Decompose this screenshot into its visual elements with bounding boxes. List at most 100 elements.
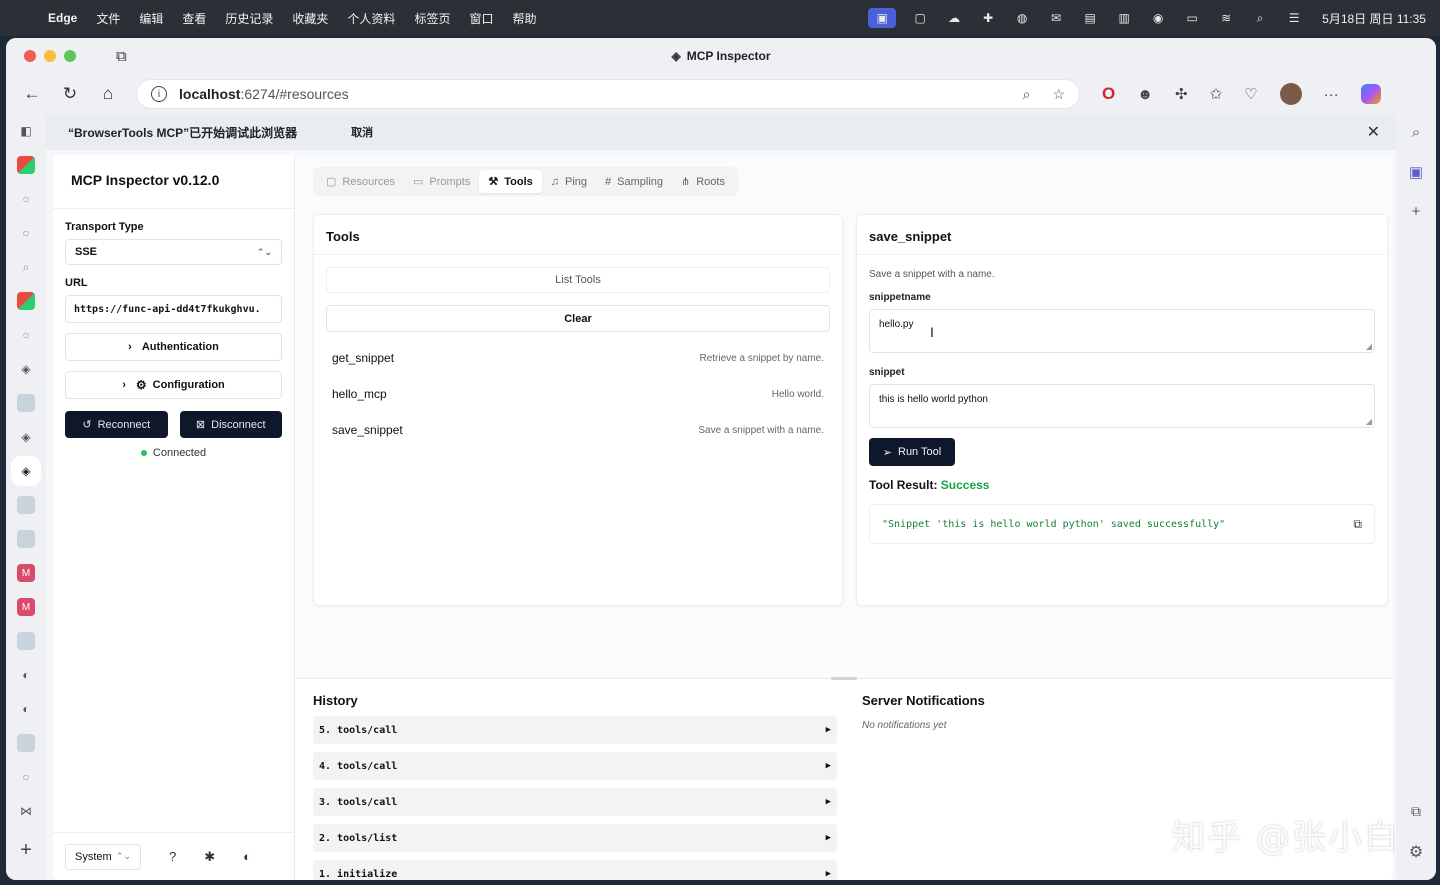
history-item[interactable]: 1. initialize ▶ <box>313 860 837 880</box>
address-url[interactable]: localhost:6274/#resources <box>179 86 349 102</box>
profile-avatar[interactable] <box>1279 83 1302 105</box>
configuration-button[interactable]: › ⚙ Configuration <box>65 371 282 399</box>
mail-tab-icon[interactable]: M <box>17 598 35 616</box>
refresh-button[interactable]: ↻ <box>54 80 86 108</box>
control-center-icon[interactable]: ☰ <box>1284 10 1304 26</box>
history-item[interactable]: 5. tools/call ▶ <box>313 716 837 744</box>
authentication-button[interactable]: › Authentication <box>65 333 282 361</box>
menu-edit[interactable]: 编辑 <box>139 10 163 27</box>
tab-favicon-icon[interactable] <box>17 530 35 548</box>
back-button[interactable]: ← <box>16 80 48 108</box>
screen-mirror-icon[interactable]: ▣ <box>868 8 897 28</box>
more-menu-icon[interactable]: ··· <box>1324 86 1339 103</box>
home-button[interactable]: ⌂ <box>92 80 124 108</box>
infobar-cancel-button[interactable]: 取消 <box>345 121 379 143</box>
menu-window[interactable]: 窗口 <box>469 10 493 27</box>
menubar-clock[interactable]: 5月18日 周日 11:35 <box>1322 10 1426 27</box>
disconnect-button[interactable]: ⊠ Disconnect <box>179 411 282 438</box>
bug-icon[interactable]: ✱ <box>204 849 215 865</box>
theme-select[interactable]: System ⌃⌄ <box>65 843 141 870</box>
loading-tab-icon[interactable]: ○ <box>17 768 35 786</box>
tool-item-get-snippet[interactable]: get_snippet Retrieve a snippet by name. <box>314 340 842 376</box>
tool-item-hello-mcp[interactable]: hello_mcp Hello world. <box>314 376 842 412</box>
clear-button[interactable]: Clear <box>326 305 830 332</box>
tab-tools[interactable]: ⚒ Tools <box>479 170 542 193</box>
wifi-icon[interactable]: ≋ <box>1216 10 1236 26</box>
performance-icon[interactable]: ♡ <box>1244 85 1257 103</box>
copilot-icon[interactable] <box>1360 84 1381 104</box>
github-tab-icon[interactable]: ◐ <box>17 666 35 684</box>
extensions-icon[interactable]: ✣ <box>1175 85 1188 103</box>
workspaces-icon[interactable]: ⧉ <box>116 48 127 65</box>
zoom-icon[interactable]: ⌕ <box>1023 86 1031 103</box>
menu-app-name[interactable]: Edge <box>48 11 77 25</box>
snippet-input[interactable]: this is hello world python ◢ <box>869 384 1375 428</box>
opera-extension-icon[interactable]: O <box>1102 84 1115 104</box>
site-info-icon[interactable]: i <box>151 86 167 102</box>
app-icon[interactable]: ▤ <box>1080 10 1100 26</box>
sidebar-search-icon[interactable]: ⌕ <box>1412 124 1420 141</box>
resize-handle[interactable] <box>831 677 857 680</box>
menu-file[interactable]: 文件 <box>96 10 120 27</box>
tab-favicon-icon[interactable] <box>17 394 35 412</box>
tab-favicon-icon[interactable] <box>17 632 35 650</box>
tab-favicon-icon[interactable] <box>17 156 35 174</box>
loading-tab-icon[interactable]: ○ <box>17 190 35 208</box>
tab-sampling[interactable]: # Sampling <box>596 170 672 193</box>
tool-item-save-snippet[interactable]: save_snippet Save a snippet with a name. <box>314 412 842 448</box>
resize-grip-icon[interactable]: ◢ <box>1366 417 1372 426</box>
tab-prompts[interactable]: ▭ Prompts <box>404 170 479 193</box>
mail-tab-icon[interactable]: M <box>17 564 35 582</box>
loading-tab-icon[interactable]: ○ <box>17 224 35 242</box>
switch-icon[interactable]: ▥ <box>1114 10 1134 26</box>
add-sidebar-app-icon[interactable]: + <box>1412 203 1421 220</box>
tab-favicon-icon[interactable] <box>17 292 35 310</box>
history-item[interactable]: 2. tools/list ▶ <box>313 824 837 852</box>
loading-tab-icon[interactable]: ○ <box>17 326 35 344</box>
help-icon[interactable]: ? <box>169 849 176 864</box>
reconnect-button[interactable]: ↺ Reconnect <box>65 411 168 438</box>
cloud-icon[interactable]: ☁ <box>944 10 964 26</box>
github-tab-icon[interactable]: ◐ <box>17 700 35 718</box>
favorite-star-icon[interactable]: ☆ <box>1052 86 1065 103</box>
gamepad-icon[interactable]: ✚ <box>978 10 998 26</box>
tab-roots[interactable]: ⋔ Roots <box>672 170 734 193</box>
mcp-tab-icon[interactable]: ◈ <box>17 360 35 378</box>
history-item[interactable]: 3. tools/call ▶ <box>313 788 837 816</box>
menu-profile[interactable]: 个人资料 <box>347 10 395 27</box>
new-tab-icon[interactable]: + <box>20 839 32 862</box>
vscode-tab-icon[interactable]: ⋈ <box>17 802 35 820</box>
mcp-tab-active-icon[interactable]: ◈ <box>17 462 35 480</box>
minimize-window-button[interactable] <box>44 50 56 62</box>
tab-favicon-icon[interactable] <box>17 496 35 514</box>
teams-icon[interactable]: ▣ <box>1409 163 1423 181</box>
tab-favicon-icon[interactable] <box>17 734 35 752</box>
user-icon[interactable]: ◉ <box>1148 10 1168 26</box>
zoom-window-button[interactable] <box>64 50 76 62</box>
address-bar[interactable]: i localhost:6274/#resources ⌕ ☆ <box>136 79 1080 109</box>
extension-avatar-icon[interactable]: ☻ <box>1137 86 1153 103</box>
url-input[interactable]: https://func-api-dd4t7fkukghvu. <box>65 295 282 323</box>
settings-gear-icon[interactable]: ⚙ <box>1409 842 1423 862</box>
github-icon[interactable]: ◐ <box>243 849 251 864</box>
list-tools-button[interactable]: List Tools <box>326 267 830 293</box>
favorites-icon[interactable]: ✩ <box>1210 85 1223 103</box>
close-icon[interactable]: ✕ <box>1367 122 1380 142</box>
globe-icon[interactable]: ◍ <box>1012 10 1032 26</box>
resize-grip-icon[interactable]: ◢ <box>1366 342 1372 351</box>
transport-type-select[interactable]: SSE ⌃⌄ <box>65 239 282 265</box>
search-icon[interactable]: ⌕ <box>1250 10 1270 26</box>
close-window-button[interactable] <box>24 50 36 62</box>
run-tool-button[interactable]: ➢ Run Tool <box>869 438 955 466</box>
snippetname-input[interactable]: hello.py I ◢ <box>869 309 1375 353</box>
window-icon[interactable]: ▢ <box>910 10 930 26</box>
search-tab-icon[interactable]: ⌕ <box>17 258 35 276</box>
tab-resources[interactable]: ▢ Resources <box>317 170 404 193</box>
menu-favorites[interactable]: 收藏夹 <box>292 10 328 27</box>
screenshot-icon[interactable]: ⧉ <box>1411 803 1421 820</box>
wechat-icon[interactable]: ✉ <box>1046 10 1066 26</box>
copy-icon[interactable]: ⧉ <box>1353 517 1362 532</box>
menu-tabs[interactable]: 标签页 <box>414 10 450 27</box>
battery-icon[interactable]: ▭ <box>1182 10 1202 26</box>
menu-help[interactable]: 帮助 <box>512 10 536 27</box>
